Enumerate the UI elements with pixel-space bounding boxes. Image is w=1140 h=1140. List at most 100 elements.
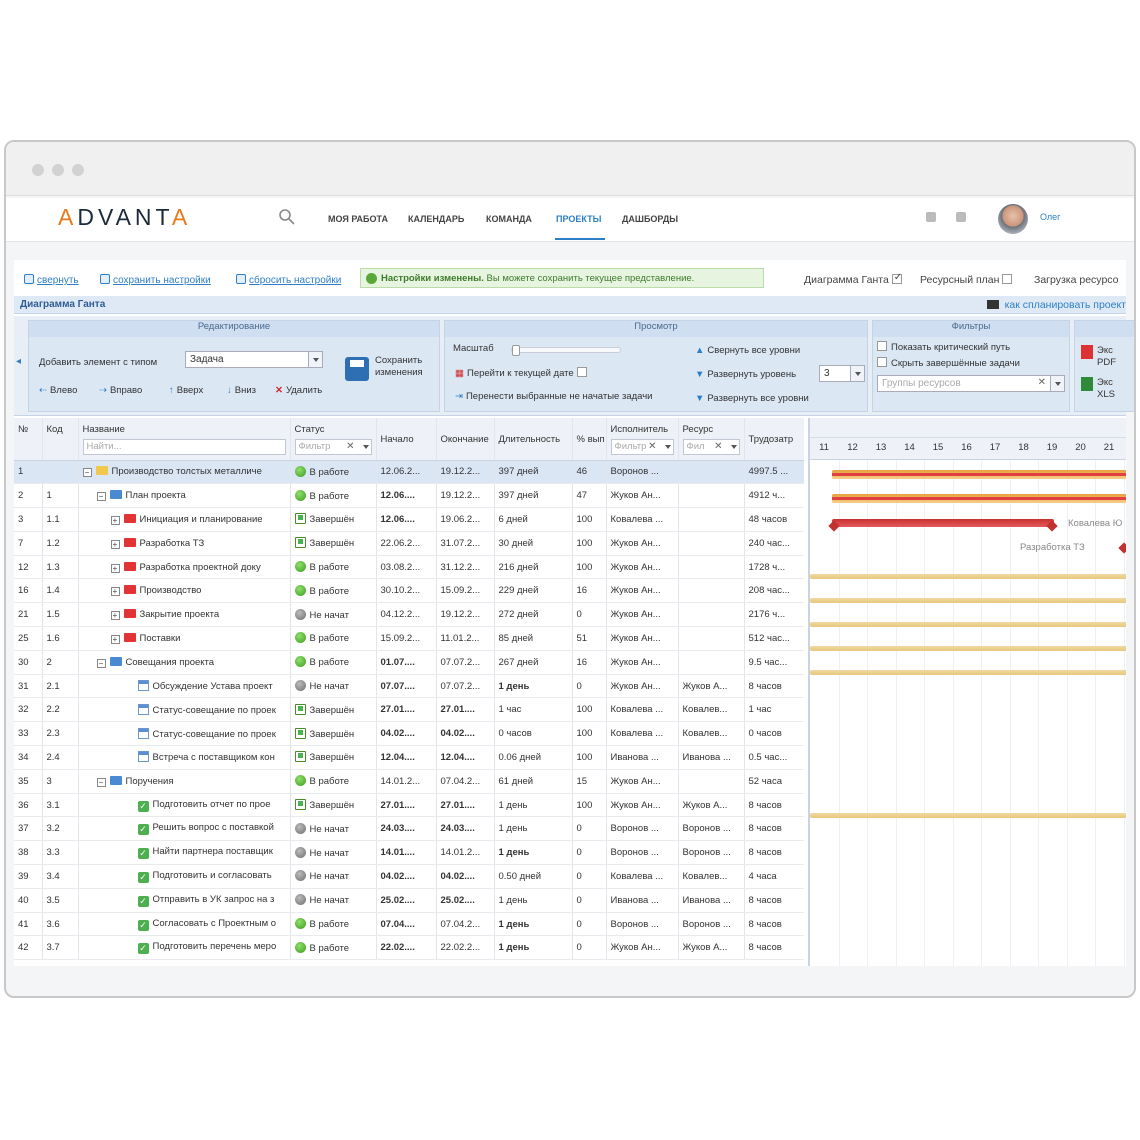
mail-icon[interactable] xyxy=(926,212,936,222)
cell-name[interactable]: ✓ Подготовить перечень меро xyxy=(78,935,291,961)
cell-name[interactable]: − Совещания проекта xyxy=(78,650,291,675)
clear-icon[interactable]: ✕ xyxy=(714,441,722,452)
status-filter-select[interactable]: Фильтр ✕ xyxy=(294,439,372,455)
gantt-bar-tan[interactable] xyxy=(810,646,1126,651)
hide-done-option[interactable]: Скрыть завершённые задачи xyxy=(877,357,1020,369)
cell-name[interactable]: − Производство толстых металличе xyxy=(78,460,291,485)
cell-name[interactable]: ✓ Решить вопрос с поставкой xyxy=(78,816,291,842)
save-icon[interactable] xyxy=(345,357,369,381)
col-code-header[interactable]: Код xyxy=(42,418,79,461)
goto-date-checkbox[interactable] xyxy=(576,367,587,377)
table-row[interactable]: 37 3.2 ✓ Решить вопрос с поставкой Не начат 2… xyxy=(14,816,804,842)
col-num-header[interactable]: № xyxy=(14,418,43,461)
clear-icon[interactable]: ✕ xyxy=(346,441,354,452)
gantt-bar-tan[interactable] xyxy=(810,574,1126,579)
nav-projects[interactable]: ПРОЕКТЫ xyxy=(556,214,601,224)
cell-name[interactable]: Обсуждение Устава проект xyxy=(78,674,291,699)
col-labor-header[interactable]: Трудозатр xyxy=(744,418,804,461)
hide-done-checkbox[interactable] xyxy=(877,357,887,367)
table-row[interactable]: 32 2.2 Статус-совещание по проек Завершён 27… xyxy=(14,697,804,723)
cell-name[interactable]: ✓ Подготовить и согласовать xyxy=(78,864,291,889)
resource-checkbox[interactable] xyxy=(1002,274,1013,284)
option-resource-plan[interactable]: Ресурсный план xyxy=(920,274,1013,286)
cell-name[interactable]: + Закрытие проекта xyxy=(78,602,291,628)
slider-knob[interactable] xyxy=(512,345,520,356)
cell-name[interactable]: − План проекта xyxy=(78,483,291,509)
table-row[interactable]: 33 2.3 Статус-совещание по проек Завершён 04… xyxy=(14,721,804,747)
tree-toggle-icon[interactable]: + xyxy=(110,515,120,525)
table-row[interactable]: 34 2.4 Встреча с поставщиком кон Завершён 12… xyxy=(14,745,804,770)
user-name[interactable]: Олег xyxy=(1040,212,1060,222)
save-settings-link[interactable]: сохранить настройки xyxy=(100,274,211,286)
table-row[interactable]: 21 1.5 + Закрытие проекта Не начат 04.12.2...… xyxy=(14,602,804,628)
tree-toggle-icon[interactable]: − xyxy=(82,468,92,478)
delete-button[interactable]: ✕ Удалить xyxy=(275,385,322,396)
col-status-header[interactable]: Статус Фильтр ✕ xyxy=(290,418,377,461)
gantt-bar-summary[interactable] xyxy=(832,470,1126,479)
gantt-bar-tan[interactable] xyxy=(810,670,1126,675)
cell-name[interactable]: Встреча с поставщиком кон xyxy=(78,745,291,770)
option-gantt[interactable]: Диаграмма Ганта xyxy=(804,272,902,286)
reset-settings-link[interactable]: сбросить настройки xyxy=(236,274,341,286)
gantt-bar-task[interactable] xyxy=(832,519,1054,527)
executor-filter-select[interactable]: Фильтр ✕ xyxy=(610,439,674,455)
table-row[interactable]: 31 2.1 Обсуждение Устава проект Не начат 07.… xyxy=(14,674,804,699)
avatar[interactable] xyxy=(998,204,1028,234)
table-row[interactable]: 16 1.4 + Производство В работе 30.10.2... 15.0… xyxy=(14,578,804,604)
col-start-header[interactable]: Начало xyxy=(376,418,437,461)
table-row[interactable]: 25 1.6 + Поставки В работе 15.09.2... 11.01.2.… xyxy=(14,626,804,651)
col-percent-header[interactable]: % вып xyxy=(572,418,607,461)
table-row[interactable]: 12 1.3 + Разработка проектной доку В работе 0… xyxy=(14,555,804,580)
move-up-button[interactable]: ↑ Вверх xyxy=(169,385,203,396)
cell-name[interactable]: Статус-совещание по проек xyxy=(78,721,291,747)
name-filter-input[interactable]: Найти... xyxy=(82,439,286,455)
nav-dashboards[interactable]: ДАШБОРДЫ xyxy=(622,214,678,224)
level-select[interactable]: 3 xyxy=(819,365,865,382)
cell-name[interactable]: + Разработка ТЗ xyxy=(78,531,291,556)
move-right-button[interactable]: ⇢ Вправо xyxy=(99,385,142,396)
nav-calendar[interactable]: КАЛЕНДАРЬ xyxy=(408,214,464,224)
export-pdf-button[interactable]: Экс PDF xyxy=(1081,345,1116,369)
move-left-button[interactable]: ⇠ Влево xyxy=(39,385,77,396)
element-type-select[interactable]: Задача xyxy=(185,351,323,368)
export-xls-button[interactable]: Экс XLS xyxy=(1081,377,1115,401)
resource-filter-select[interactable]: Фил ✕ xyxy=(682,439,740,455)
table-row[interactable]: 1 − Производство толстых металличе В работе… xyxy=(14,460,804,485)
cell-name[interactable]: ✓ Согласовать с Проектным о xyxy=(78,912,291,937)
table-row[interactable]: 30 2 − Совещания проекта В работе 01.07.... 07… xyxy=(14,650,804,675)
gantt-bar-tan[interactable] xyxy=(810,598,1126,603)
col-resource-header[interactable]: Ресурс Фил ✕ xyxy=(678,418,745,461)
table-row[interactable]: 38 3.3 ✓ Найти партнера поставщик Не начат 14… xyxy=(14,840,804,866)
goto-date-button[interactable]: ▦ Перейти к текущей дате xyxy=(455,367,587,379)
cell-name[interactable]: + Производство xyxy=(78,578,291,604)
table-row[interactable]: 3 1.1 + Инициация и планирование Завершён 12.… xyxy=(14,507,804,532)
nav-my-work[interactable]: МОЯ РАБОТА xyxy=(328,214,388,224)
tree-toggle-icon[interactable]: − xyxy=(96,658,106,668)
move-down-button[interactable]: ↓ Вниз xyxy=(227,385,256,396)
col-name-header[interactable]: Название Найти... xyxy=(78,418,291,461)
search-icon[interactable] xyxy=(278,208,296,226)
tree-toggle-icon[interactable]: − xyxy=(96,777,106,787)
gantt-milestone[interactable] xyxy=(1118,542,1126,554)
expand-level-button[interactable]: ▼ Развернуть уровень xyxy=(695,369,796,380)
gantt-bar-tan[interactable] xyxy=(810,622,1126,627)
collapse-link[interactable]: свернуть xyxy=(24,274,79,286)
nav-team[interactable]: КОМАНДА xyxy=(486,214,532,224)
window-dot[interactable] xyxy=(72,164,84,176)
cell-name[interactable]: + Разработка проектной доку xyxy=(78,555,291,580)
gantt-bar-summary[interactable] xyxy=(832,494,1126,503)
table-row[interactable]: 35 3 − Поручения В работе 14.01.2... 07.04.2..… xyxy=(14,769,804,794)
table-row[interactable]: 42 3.7 ✓ Подготовить перечень меро В работе 2… xyxy=(14,935,804,961)
logo[interactable]: ADVANTA xyxy=(58,204,191,231)
critical-path-checkbox[interactable] xyxy=(877,341,887,351)
save-changes-button[interactable]: Сохранить изменения xyxy=(375,355,423,379)
like-icon[interactable] xyxy=(956,212,966,222)
table-row[interactable]: 41 3.6 ✓ Согласовать с Проектным оВ работе 0… xyxy=(14,912,804,937)
tree-toggle-icon[interactable]: + xyxy=(110,539,120,549)
table-row[interactable]: 7 1.2 + Разработка ТЗ Завершён 22.06.2... 31.0… xyxy=(14,531,804,556)
clear-icon[interactable]: ✕ xyxy=(1038,377,1046,388)
move-selected-button[interactable]: ⇥ Перенести выбранные не начатые задачи xyxy=(455,391,652,402)
tree-toggle-icon[interactable]: + xyxy=(110,587,120,597)
tree-toggle-icon[interactable]: − xyxy=(96,492,106,502)
resource-groups-select[interactable]: Группы ресурсов ✕ xyxy=(877,375,1065,392)
